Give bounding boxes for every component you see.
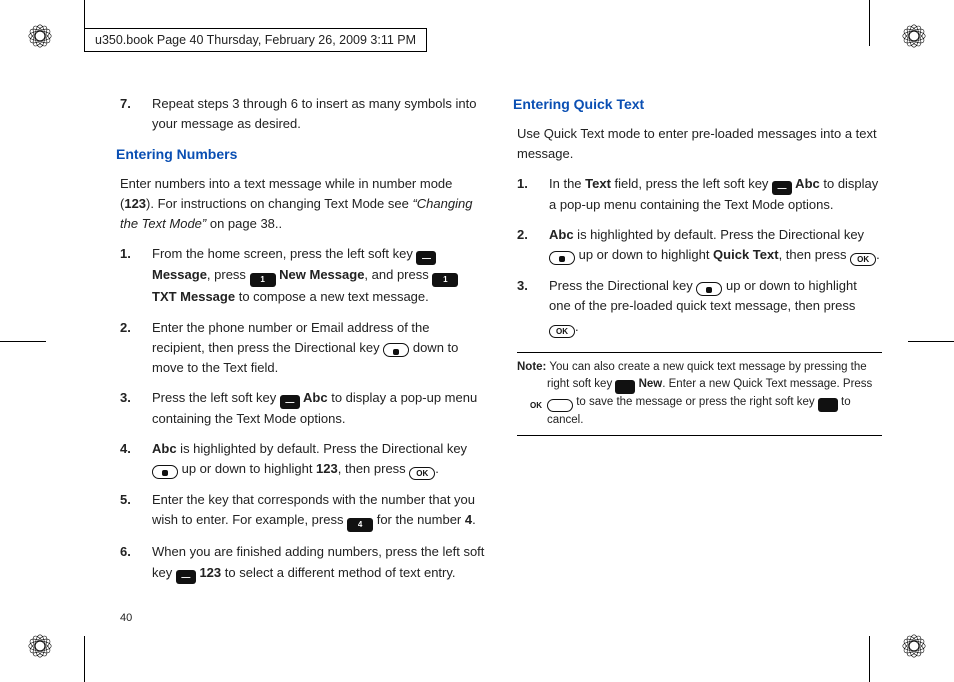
body-text: up or down to highlight — [575, 247, 713, 262]
registration-rosette-icon — [900, 632, 928, 660]
note-block: Note: You can also create a new quick te… — [517, 352, 882, 437]
crop-mark — [0, 341, 46, 342]
page-content: Repeat steps 3 through 6 to insert as ma… — [120, 94, 882, 602]
list-item: In the Text field, press the left soft k… — [517, 174, 882, 215]
list-item: Enter the key that corresponds with the … — [120, 490, 485, 532]
registration-rosette-icon — [26, 632, 54, 660]
left-soft-key-icon — [176, 570, 196, 584]
keypad-4-icon: 4 — [347, 518, 373, 532]
list-item: From the home screen, press the left sof… — [120, 244, 485, 307]
body-text: . — [472, 512, 476, 527]
body-text: to select a different method of text ent… — [221, 565, 455, 580]
list-item: Enter the phone number or Email address … — [120, 318, 485, 378]
registration-rosette-icon — [26, 22, 54, 50]
crop-mark — [869, 636, 870, 682]
body-text: Repeat steps 3 through 6 to insert as ma… — [152, 96, 476, 131]
directional-key-icon — [696, 282, 722, 296]
body-text: . — [876, 247, 880, 262]
page-crop-header: u350.book Page 40 Thursday, February 26,… — [84, 28, 427, 52]
ok-key-icon: OK — [409, 467, 435, 480]
right-soft-key-icon — [615, 380, 635, 394]
body-text: . — [435, 461, 439, 476]
body-text: 123 — [196, 565, 221, 580]
body-text: , press — [207, 267, 250, 282]
body-text: , then press — [338, 461, 410, 476]
directional-key-icon — [152, 465, 178, 479]
body-text: Abc — [152, 441, 177, 456]
list-item: Press the Directional key up or down to … — [517, 276, 882, 337]
body-text: , and press — [364, 267, 432, 282]
body-text: . Enter a new Quick Text message. Press — [662, 378, 872, 390]
body-text: TXT Message — [152, 289, 235, 304]
list-item: When you are finished adding numbers, pr… — [120, 542, 485, 583]
body-text: New Message — [276, 267, 365, 282]
body-text: From the home screen, press the left sof… — [152, 246, 416, 261]
body-text: 123 — [124, 196, 146, 211]
registration-rosette-icon — [900, 22, 928, 50]
list-item: Abc is highlighted by default. Press the… — [517, 225, 882, 266]
body-text: Use Quick Text mode to enter pre-loaded … — [517, 124, 882, 164]
body-text: Abc — [300, 390, 328, 405]
body-text: is highlighted by default. Press the Dir… — [574, 227, 865, 242]
body-text: Enter numbers into a text message while … — [120, 174, 485, 234]
body-text: 123 — [316, 461, 338, 476]
heading-entering-numbers: Entering Numbers — [116, 144, 485, 166]
left-soft-key-icon — [280, 395, 300, 409]
ok-key-icon: OK — [547, 399, 573, 412]
body-text: Press the left soft key — [152, 390, 280, 405]
keypad-1-icon: 1 — [432, 273, 458, 287]
ok-key-icon: OK — [549, 325, 575, 338]
body-text: , then press — [779, 247, 851, 262]
list-item: Abc is highlighted by default. Press the… — [120, 439, 485, 480]
list-item: Repeat steps 3 through 6 to insert as ma… — [120, 94, 485, 134]
body-text: New — [635, 378, 662, 390]
page-number: 40 — [120, 612, 132, 624]
body-text: on page 38.. — [206, 216, 282, 231]
right-column: Entering Quick Text Use Quick Text mode … — [517, 94, 882, 602]
body-text: for the number — [373, 512, 465, 527]
body-text: Press the Directional key — [549, 278, 696, 293]
directional-key-icon — [383, 343, 409, 357]
body-text: Quick Text — [713, 247, 779, 262]
body-text: Text — [585, 176, 611, 191]
note-label: Note: — [517, 361, 546, 373]
list-item: Press the left soft key Abc to display a… — [120, 388, 485, 429]
left-column: Repeat steps 3 through 6 to insert as ma… — [120, 94, 485, 602]
body-text: Message — [152, 267, 207, 282]
body-text: Abc — [549, 227, 574, 242]
body-text: Abc — [792, 176, 820, 191]
body-text: In the — [549, 176, 585, 191]
body-text: to save the message or press the right s… — [573, 396, 818, 408]
keypad-1-icon: 1 — [250, 273, 276, 287]
body-text: to compose a new text message. — [235, 289, 429, 304]
left-soft-key-icon — [416, 251, 436, 265]
crop-mark — [908, 341, 954, 342]
heading-entering-quick-text: Entering Quick Text — [513, 94, 882, 116]
body-text: field, press the left soft key — [611, 176, 772, 191]
body-text: up or down to highlight — [178, 461, 316, 476]
crop-mark — [84, 636, 85, 682]
right-soft-key-icon — [818, 398, 838, 412]
directional-key-icon — [549, 251, 575, 265]
body-text: is highlighted by default. Press the Dir… — [177, 441, 468, 456]
body-text: . — [575, 319, 579, 334]
body-text: ). For instructions on changing Text Mod… — [146, 196, 412, 211]
ok-key-icon: OK — [850, 253, 876, 266]
left-soft-key-icon — [772, 181, 792, 195]
